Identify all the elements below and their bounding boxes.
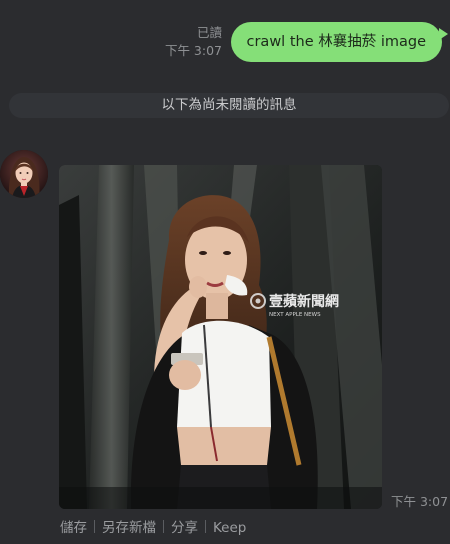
image-actions: 儲存 另存新檔 分享 Keep — [60, 516, 246, 536]
share-link[interactable]: 分享 — [171, 520, 198, 536]
outgoing-time: 下午 3:07 — [164, 43, 222, 58]
unread-divider: 以下為尚未閱讀的訊息 — [9, 93, 449, 118]
read-status: 已讀 — [196, 25, 222, 40]
watermark-text: 壹蘋新聞網 — [269, 293, 339, 310]
incoming-time: 下午 3:07 — [391, 494, 449, 509]
image-message[interactable]: 壹蘋新聞網 NEXT APPLE NEWS — [59, 165, 382, 509]
divider-line — [94, 520, 95, 533]
divider-line — [205, 520, 206, 533]
outgoing-message-bubble[interactable]: crawl the 林襄抽菸 image — [230, 22, 448, 62]
keep-link[interactable]: Keep — [213, 520, 246, 536]
divider-line — [163, 520, 164, 533]
save-as-link[interactable]: 另存新檔 — [102, 520, 156, 536]
outgoing-meta: 已讀 下午 3:07 — [165, 24, 222, 60]
sender-avatar[interactable] — [0, 150, 48, 198]
photo: 壹蘋新聞網 NEXT APPLE NEWS — [59, 165, 382, 509]
watermark-subtext: NEXT APPLE NEWS — [269, 312, 321, 318]
save-link[interactable]: 儲存 — [60, 520, 87, 536]
chat-window: 已讀 下午 3:07 crawl the 林襄抽菸 image 以下為尚未閱讀的… — [0, 0, 450, 544]
avatar-image — [0, 150, 48, 198]
